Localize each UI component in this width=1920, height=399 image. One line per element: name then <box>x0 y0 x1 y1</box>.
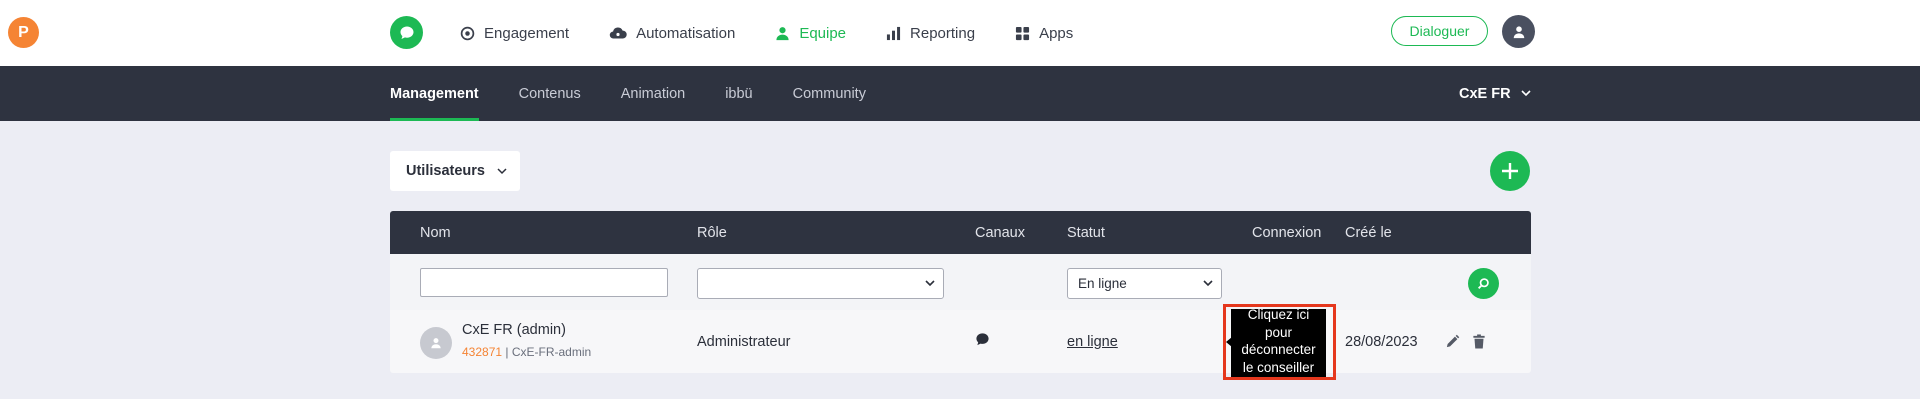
grid-icon <box>1015 26 1030 41</box>
nav-item-apps[interactable]: Apps <box>1015 0 1073 66</box>
tooltip-line: pour <box>1264 324 1293 340</box>
nav-item-reporting[interactable]: Reporting <box>886 0 975 66</box>
chat-logo-icon[interactable] <box>390 16 423 49</box>
user-identifiers: 432871 | CxE-FR-admin <box>462 345 591 359</box>
tab-management[interactable]: Management <box>390 66 479 121</box>
dialoguer-button[interactable]: Dialoguer <box>1391 16 1488 46</box>
tab-community[interactable]: Community <box>793 66 866 121</box>
brand-avatar[interactable]: P <box>8 17 39 48</box>
nav-item-label: Equipe <box>799 24 847 42</box>
status-link[interactable]: en ligne <box>1067 334 1118 350</box>
tooltip-line: déconnecter <box>1241 342 1316 357</box>
identifier-separator: | <box>502 345 512 359</box>
tooltip-line: le conseiller <box>1242 359 1315 375</box>
target-icon <box>460 26 475 41</box>
row-actions <box>1445 310 1486 373</box>
chevron-down-icon <box>1203 278 1213 288</box>
entity-type-label: Utilisateurs <box>406 163 485 179</box>
nav-item-engagement[interactable]: Engagement <box>460 0 569 66</box>
entity-type-select[interactable]: Utilisateurs <box>390 151 520 191</box>
search-button[interactable] <box>1468 268 1499 299</box>
user-role: Administrateur <box>697 333 791 350</box>
tab-animation[interactable]: Animation <box>621 66 685 121</box>
tab-ibbu[interactable]: ibbü <box>725 66 752 121</box>
trash-icon[interactable] <box>1472 334 1486 349</box>
sub-navigation-bar: Management Contenus Animation ibbü Commu… <box>0 66 1920 121</box>
nav-item-label: Apps <box>1039 24 1074 42</box>
column-header-cree-le[interactable]: Créé le <box>1345 211 1392 254</box>
column-header-canaux: Canaux <box>975 224 1025 241</box>
column-header-statut[interactable]: Statut <box>1067 211 1105 254</box>
created-date: 28/08/2023 <box>1345 333 1418 350</box>
users-table: Nom Rôle Canaux Statut Connexion Créé le… <box>390 211 1531 373</box>
role-filter-select[interactable] <box>697 268 944 299</box>
column-header-connexion[interactable]: Connexion <box>1252 211 1321 254</box>
organization-label: CxE FR <box>1459 85 1511 102</box>
top-navigation-bar: P Engagement Automatisation Equipe Repor… <box>0 0 1920 66</box>
bar-chart-icon <box>886 26 901 41</box>
column-header-role[interactable]: Rôle <box>697 211 727 254</box>
table-row: CxE FR (admin) 432871 | CxE-FR-admin Adm… <box>390 310 1531 373</box>
tooltip-line: Cliquez ici <box>1247 309 1310 322</box>
organization-select[interactable]: CxE FR <box>1459 66 1531 121</box>
chevron-down-icon <box>925 278 935 288</box>
user-avatar[interactable] <box>1502 15 1535 48</box>
disconnect-tooltip: Cliquez ici pour déconnecter le conseill… <box>1231 309 1326 377</box>
subnav: Management Contenus Animation ibbü Commu… <box>390 66 906 121</box>
search-icon <box>1478 278 1489 289</box>
user-login: CxE-FR-admin <box>511 345 592 359</box>
status-filter-select[interactable]: En ligne <box>1067 268 1222 299</box>
nav-item-automatisation[interactable]: Automatisation <box>609 0 735 66</box>
channels-cell <box>975 310 990 373</box>
chat-bubble-icon <box>975 332 990 351</box>
nav-item-equipe[interactable]: Equipe <box>775 0 846 66</box>
person-icon <box>1513 25 1524 38</box>
tab-contenus[interactable]: Contenus <box>519 66 581 121</box>
user-id: 432871 <box>462 345 503 359</box>
user-name: CxE FR (admin) <box>462 322 566 338</box>
nav-item-label: Automatisation <box>636 24 736 42</box>
status-cell: en ligne <box>1067 310 1118 373</box>
filter-row: En ligne <box>390 254 1531 310</box>
status-filter-value: En ligne <box>1078 276 1127 291</box>
nav-item-label: Reporting <box>910 24 976 42</box>
pencil-icon[interactable] <box>1445 334 1460 349</box>
plus-icon <box>1502 163 1518 179</box>
avatar <box>420 327 452 359</box>
nav-item-label: Engagement <box>484 24 570 42</box>
table-header: Nom Rôle Canaux Statut Connexion Créé le <box>390 211 1531 254</box>
cloud-icon <box>609 26 627 40</box>
name-filter-input[interactable] <box>420 268 668 297</box>
chevron-down-icon <box>1521 90 1531 97</box>
chevron-down-icon <box>497 167 507 175</box>
main-nav: Engagement Automatisation Equipe Reporti… <box>460 0 1113 66</box>
person-icon <box>775 26 790 41</box>
add-user-button[interactable] <box>1490 151 1530 191</box>
person-icon <box>431 338 441 349</box>
column-header-nom[interactable]: Nom <box>420 211 451 254</box>
